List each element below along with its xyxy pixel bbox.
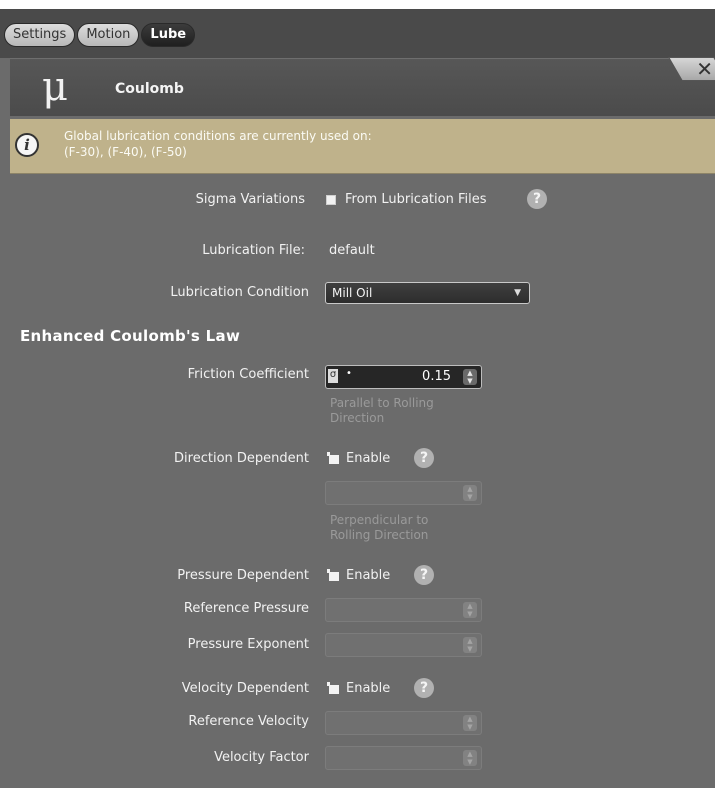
perpendicular-coefficient-stepper[interactable]: ▲ ▼ (463, 485, 477, 501)
sigma-help-icon[interactable]: ? (527, 189, 547, 209)
sigma-variations-label: Sigma Variations (195, 192, 305, 207)
from-lubrication-files-checkbox[interactable] (326, 195, 336, 205)
velocity-factor-label: Velocity Factor (214, 750, 309, 765)
lubrication-file-label: Lubrication File: (202, 243, 305, 258)
friction-coefficient-input[interactable]: σ • 0.15 ▲ ▼ (325, 365, 482, 389)
direction-enable-checkbox[interactable] (327, 452, 339, 464)
tab-settings[interactable]: Settings (4, 23, 76, 47)
direction-help-icon[interactable]: ? (414, 448, 434, 468)
lubrication-condition-value: Mill Oil (332, 286, 373, 300)
velocity-factor-stepper[interactable]: ▲ ▼ (463, 750, 477, 766)
reference-velocity-label: Reference Velocity (188, 714, 309, 729)
info-line-1: Global lubrication conditions are curren… (64, 129, 372, 143)
pressure-exponent-stepper[interactable]: ▲ ▼ (463, 637, 477, 653)
lubrication-condition-select[interactable]: Mill Oil ▼ (325, 282, 530, 304)
velocity-dependent-label: Velocity Dependent (181, 681, 309, 696)
info-line-2: (F-30), (F-40), (F-50) (64, 145, 187, 159)
friction-coefficient-stepper[interactable]: ▲ ▼ (463, 369, 477, 385)
tab-motion[interactable]: Motion (77, 23, 140, 47)
direction-dependent-label: Direction Dependent (174, 451, 309, 466)
direction-hint: Perpendicular to Rolling Direction (330, 513, 428, 543)
pressure-exponent-input[interactable]: ▲ ▼ (325, 633, 482, 657)
law-header: μ Coulomb ✕ (10, 57, 715, 116)
info-message: Global lubrication conditions are curren… (64, 128, 372, 160)
friction-coefficient-value: 0.15 (422, 369, 451, 384)
friction-hint-line-1: Parallel to Rolling (330, 396, 434, 410)
friction-hint-line-2: Direction (330, 411, 385, 425)
law-title: Coulomb (115, 81, 184, 97)
lubrication-condition-label: Lubrication Condition (170, 285, 309, 300)
mu-icon: μ (42, 64, 68, 110)
direction-enable-label: Enable (346, 451, 391, 466)
pressure-enable-checkbox[interactable] (327, 569, 339, 581)
section-title: Enhanced Coulomb's Law (20, 327, 241, 345)
close-icon[interactable]: ✕ (696, 57, 713, 81)
tab-bar: Settings Motion Lube (4, 23, 196, 47)
perpendicular-coefficient-input[interactable]: ▲ ▼ (325, 481, 482, 505)
chevron-down-icon: ▼ (514, 288, 521, 298)
direction-hint-line-1: Perpendicular to (330, 513, 429, 527)
top-strip (0, 0, 715, 9)
from-lubrication-files-label: From Lubrication Files (345, 192, 487, 207)
reference-pressure-input[interactable]: ▲ ▼ (325, 598, 482, 622)
reference-pressure-label: Reference Pressure (183, 601, 309, 616)
velocity-enable-label: Enable (346, 681, 391, 696)
pressure-exponent-label: Pressure Exponent (187, 637, 309, 652)
reference-velocity-input[interactable]: ▲ ▼ (325, 711, 482, 735)
friction-hint: Parallel to Rolling Direction (330, 396, 434, 426)
velocity-factor-input[interactable]: ▲ ▼ (325, 746, 482, 770)
friction-coefficient-label: Friction Coefficient (187, 367, 309, 382)
velocity-help-icon[interactable]: ? (414, 678, 434, 698)
reference-velocity-stepper[interactable]: ▲ ▼ (463, 715, 477, 731)
reference-pressure-stepper[interactable]: ▲ ▼ (463, 602, 477, 618)
top-bar: Settings Motion Lube (0, 0, 715, 58)
direction-hint-line-2: Rolling Direction (330, 528, 429, 542)
tab-lube[interactable]: Lube (141, 23, 196, 47)
pressure-help-icon[interactable]: ? (414, 565, 434, 585)
velocity-enable-checkbox[interactable] (327, 682, 339, 694)
sigma-icon[interactable]: σ (328, 369, 338, 383)
pressure-dependent-label: Pressure Dependent (177, 568, 309, 583)
pressure-enable-label: Enable (346, 568, 391, 583)
lubrication-file-value: default (329, 243, 375, 258)
info-icon: i (15, 133, 39, 157)
bullet-icon: • (346, 368, 352, 379)
info-banner: i Global lubrication conditions are curr… (10, 119, 715, 174)
